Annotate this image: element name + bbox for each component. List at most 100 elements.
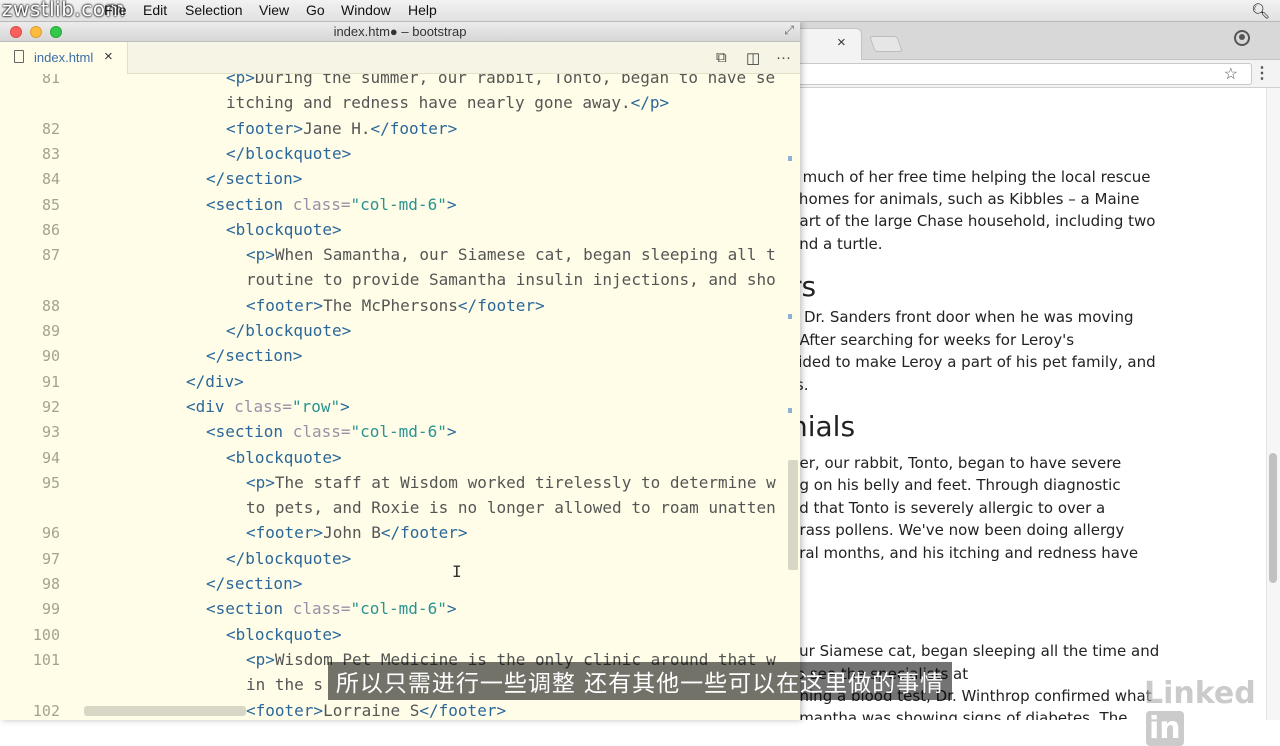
code-line[interactable]: routine to provide Samantha insulin inje…	[246, 270, 776, 289]
code-line[interactable]: <footer>Lorraine S</footer>	[246, 701, 506, 720]
code-line[interactable]: </section>	[206, 169, 302, 188]
page-scrollbar-thumb[interactable]	[1269, 453, 1277, 583]
code-token: class=	[234, 396, 292, 416]
code-token: </footer>	[370, 118, 458, 138]
page-paragraph-line: l homes for animals, such as Kibbles – a…	[790, 190, 1140, 208]
code-line[interactable]: <section class="col-md-6">	[206, 195, 456, 214]
code-token: >	[446, 194, 457, 214]
text-cursor-icon: I	[452, 562, 462, 581]
menu-view[interactable]: View	[259, 2, 289, 18]
code-token: </section>	[206, 346, 303, 366]
line-number: 97	[41, 549, 60, 568]
code-line[interactable]: to pets, and Roxie is no longer allowed …	[246, 498, 776, 517]
code-line[interactable]: </blockquote>	[226, 144, 351, 163]
line-number: 88	[41, 296, 60, 315]
line-number: 96	[41, 524, 60, 543]
split-compare-icon[interactable]: ⧉	[716, 49, 727, 66]
editor-vertical-scrollbar[interactable]	[788, 74, 800, 720]
page-scrollbar[interactable]	[1266, 88, 1280, 720]
browser-tab[interactable]: ×	[790, 28, 862, 60]
code-token: <footer>	[226, 118, 304, 138]
code-line[interactable]: <p>The staff at Wisdom worked tirelessly…	[246, 473, 776, 492]
code-token: The McPhersons	[323, 295, 458, 315]
menu-bar: zwstlib.com File Edit Selection View Go …	[0, 0, 1280, 22]
code-line[interactable]: <div class="row">	[186, 397, 350, 416]
page-paragraph-line: eral months, and his itching and redness…	[790, 544, 1139, 562]
code-line[interactable]: <footer>The McPhersons</footer>	[246, 296, 545, 315]
code-line[interactable]: itching and redness have nearly gone awa…	[226, 93, 669, 112]
code-token: </blockquote>	[226, 321, 352, 340]
code-line[interactable]: </div>	[186, 372, 244, 391]
page-paragraph-line: o Dr. Sanders front door when he was mov…	[790, 308, 1134, 326]
code-line[interactable]: <p>When Samantha, our Siamese cat, began…	[246, 245, 776, 264]
menu-go[interactable]: Go	[306, 2, 325, 18]
code-token: <blockquote>	[226, 624, 342, 644]
code-token: John B	[323, 523, 381, 543]
code-line[interactable]: <p>During the summer, our rabbit, Tonto,…	[226, 74, 775, 87]
menu-help[interactable]: Help	[408, 2, 437, 18]
line-number: 86	[41, 220, 60, 239]
line-number: 95	[41, 473, 60, 492]
more-icon[interactable]: ⋮	[1254, 63, 1270, 83]
editor-tab-bar: index.html × ⧉ ◫ ···	[0, 42, 800, 74]
line-number: 81	[41, 74, 60, 87]
file-icon	[14, 50, 24, 63]
code-line[interactable]: <blockquote>	[226, 220, 342, 239]
overview-marker	[788, 314, 792, 319]
address-bar[interactable]	[790, 63, 1252, 85]
code-line[interactable]: </blockquote>	[226, 549, 351, 568]
code-line[interactable]: <section class="col-md-6">	[206, 422, 456, 441]
line-number: 98	[41, 575, 60, 593]
code-token: "row"	[291, 396, 341, 416]
code-line[interactable]: <footer>Jane H.</footer>	[226, 119, 457, 138]
code-token: The staff at Wisdom worked tirelessly to…	[274, 472, 776, 492]
line-number: 85	[41, 195, 60, 214]
menu-edit[interactable]: Edit	[143, 2, 167, 18]
search-icon[interactable]: 🔍︎	[1251, 2, 1270, 20]
line-number: 90	[41, 347, 60, 366]
code-token: "col-md-6"	[350, 422, 447, 442]
editor-scrollbar-thumb[interactable]	[788, 460, 798, 570]
menu-file[interactable]: File	[104, 2, 127, 18]
code-token: class=	[292, 194, 351, 214]
code-line[interactable]: </section>	[206, 574, 302, 593]
window-title: index.htm● – bootstrap	[333, 24, 467, 39]
bookmark-star-icon[interactable]: ☆	[1224, 64, 1238, 84]
code-line[interactable]: <blockquote>	[226, 625, 342, 644]
code-token: "col-md-6"	[350, 194, 447, 214]
editor-horizontal-scrollbar[interactable]	[84, 706, 246, 716]
code-line[interactable]: </section>	[206, 346, 302, 365]
more-icon[interactable]: ···	[776, 49, 791, 66]
line-number: 82	[41, 119, 60, 138]
line-number: 99	[41, 600, 60, 619]
code-area[interactable]: 81 <p>During the summer, our rabbit, Tont…	[0, 74, 800, 720]
browser-tab-strip: ×	[790, 22, 1280, 60]
close-icon[interactable]: ×	[837, 34, 846, 51]
page-paragraph-line: ng on his belly and feet. Through diagno…	[790, 476, 1121, 494]
page-paragraph-line: and a turtle.	[790, 235, 883, 253]
split-editor-icon[interactable]: ◫	[746, 49, 760, 67]
code-token: itching and redness have nearly gone awa…	[226, 93, 631, 113]
page-paragraph-line: s much of her free time helping the loca…	[790, 168, 1151, 186]
menu-window[interactable]: Window	[341, 2, 391, 18]
fullscreen-icon[interactable]: ⤢	[784, 23, 794, 38]
code-line[interactable]: <blockquote>	[226, 448, 342, 467]
code-line[interactable]: <footer>John B</footer>	[246, 523, 468, 542]
line-number: 91	[41, 372, 60, 391]
editor-titlebar: index.htm● – bootstrap ⤢	[0, 22, 800, 42]
code-token: </p>	[630, 93, 670, 113]
code-token: <blockquote>	[226, 447, 342, 467]
new-tab-button[interactable]	[869, 36, 903, 52]
web-page-content: s much of her free time helping the loca…	[790, 88, 1266, 720]
code-token: <blockquote>	[226, 219, 342, 239]
code-token: </blockquote>	[226, 143, 352, 163]
code-token: >	[340, 396, 350, 416]
editor-tab-index-html[interactable]: index.html ×	[0, 42, 128, 74]
code-editor-window: index.htm● – bootstrap ⤢ index.html × ⧉ …	[0, 22, 800, 720]
line-number: 83	[41, 144, 60, 163]
menu-selection[interactable]: Selection	[185, 2, 243, 18]
code-line[interactable]: <section class="col-md-6">	[206, 599, 456, 618]
profile-icon[interactable]	[1234, 30, 1250, 46]
code-line[interactable]: </blockquote>	[226, 321, 351, 340]
close-icon[interactable]: ×	[104, 48, 113, 65]
